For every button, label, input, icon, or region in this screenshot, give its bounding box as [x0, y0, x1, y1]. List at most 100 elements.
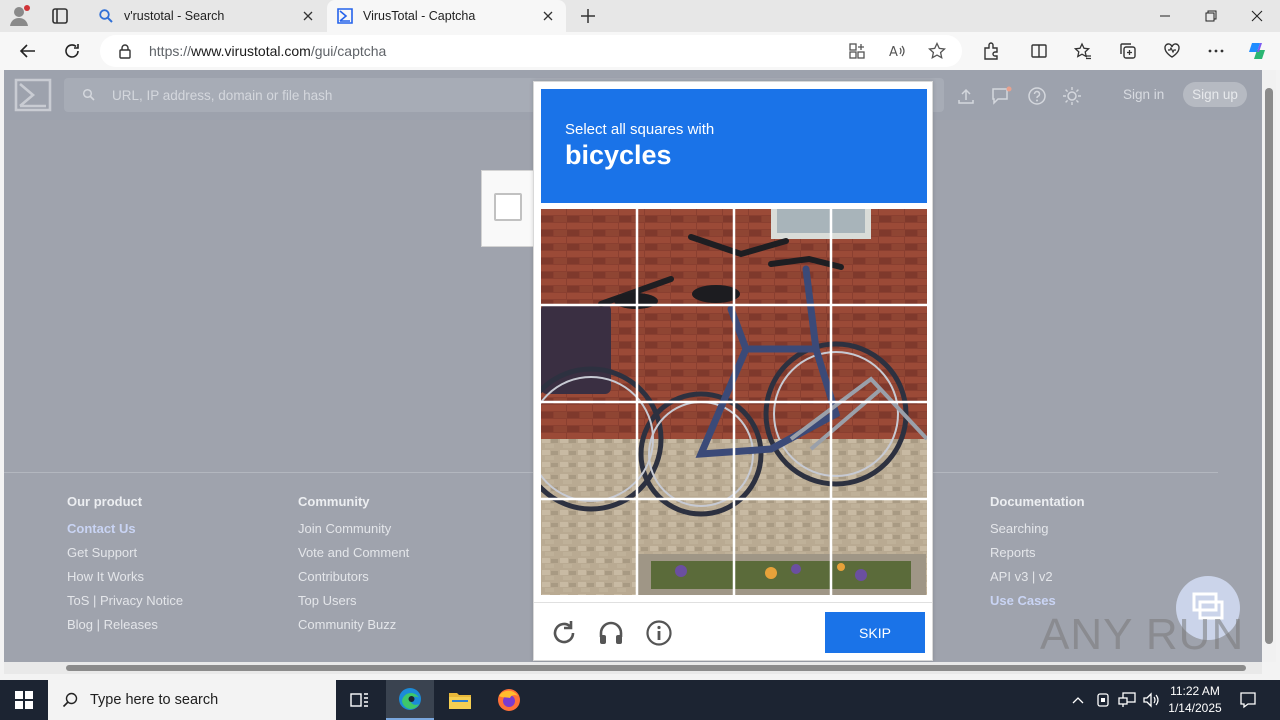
footer-link-how-it-works[interactable]: How It Works — [67, 569, 183, 593]
show-hidden-icons-chevron-icon[interactable] — [1068, 680, 1088, 720]
tab-virustotal-search[interactable]: v'rustotal - Search — [88, 0, 326, 32]
close-tab-icon[interactable] — [540, 8, 556, 24]
edge-browser-icon[interactable] — [386, 680, 434, 720]
footer-link-get-support[interactable]: Get Support — [67, 545, 183, 569]
search-icon — [62, 692, 78, 708]
restore-icon[interactable] — [1188, 0, 1234, 32]
captcha-tile[interactable] — [541, 402, 636, 497]
search-icon — [98, 8, 114, 24]
taskbar-search-box[interactable]: Type here to search — [48, 680, 336, 720]
file-explorer-icon[interactable] — [436, 680, 484, 720]
help-icon[interactable] — [1027, 86, 1047, 106]
task-view-icon[interactable] — [336, 680, 384, 720]
footer-link-blog-releases[interactable]: Blog | Releases — [67, 617, 183, 641]
search-placeholder: URL, IP address, domain or file hash — [112, 88, 333, 103]
recaptcha-checkbox[interactable] — [494, 193, 522, 221]
captcha-tile[interactable] — [541, 306, 636, 401]
footer-link-join-community[interactable]: Join Community — [298, 521, 409, 545]
captcha-tile[interactable] — [831, 306, 926, 401]
footer-link-vote-and-comment[interactable]: Vote and Comment — [298, 545, 409, 569]
network-icon[interactable] — [1117, 680, 1137, 720]
virustotal-logo-icon[interactable] — [14, 78, 52, 112]
footer-link-searching[interactable]: Searching — [990, 521, 1085, 545]
tab-actions-icon[interactable] — [48, 4, 72, 28]
chat-notification-icon[interactable] — [991, 86, 1012, 106]
split-screen-icon[interactable] — [1027, 39, 1051, 63]
url-text[interactable]: https://www.virustotal.com/gui/captcha — [149, 43, 386, 59]
skip-button[interactable]: SKIP — [825, 612, 925, 653]
footer-link-api[interactable]: API v3 | v2 — [990, 569, 1085, 593]
captcha-tile[interactable] — [734, 306, 829, 401]
footer-link-top-users[interactable]: Top Users — [298, 593, 409, 617]
audio-challenge-headphones-icon[interactable] — [597, 619, 625, 647]
captcha-tile[interactable] — [831, 209, 926, 304]
captcha-tile[interactable] — [541, 209, 636, 304]
favorite-star-icon[interactable] — [928, 42, 946, 60]
profile-avatar-icon[interactable] — [8, 4, 32, 28]
back-icon[interactable] — [16, 39, 40, 63]
firefox-icon[interactable] — [485, 680, 533, 720]
browser-toolbar: https://www.virustotal.com/gui/captcha A — [0, 32, 1280, 70]
upload-icon[interactable] — [956, 86, 976, 106]
footer-link-contact-us[interactable]: Contact Us — [67, 521, 183, 545]
favorites-icon[interactable] — [1071, 39, 1095, 63]
minimize-icon[interactable] — [1142, 0, 1188, 32]
close-window-icon[interactable] — [1234, 0, 1280, 32]
url-prefix: https:// — [149, 43, 192, 59]
browser-essentials-icon[interactable] — [1160, 39, 1184, 63]
windows-taskbar: Type here to search 11:22 AM 1/14/2025 — [0, 680, 1280, 720]
captcha-tile[interactable] — [831, 499, 926, 594]
captcha-tile[interactable] — [734, 499, 829, 594]
captcha-tile[interactable] — [638, 499, 733, 594]
more-menu-icon[interactable] — [1204, 39, 1228, 63]
notification-center-icon[interactable] — [1236, 680, 1260, 720]
captcha-target-object: bicycles — [565, 140, 672, 170]
captcha-tile[interactable] — [638, 402, 733, 497]
theme-toggle-sun-icon[interactable] — [1062, 86, 1082, 106]
info-icon[interactable] — [645, 619, 673, 647]
browser-tab-strip: v'rustotal - Search VirusTotal - Captcha — [0, 0, 1280, 32]
captcha-tile[interactable] — [734, 209, 829, 304]
footer-link-community-buzz[interactable]: Community Buzz — [298, 617, 409, 641]
security-tray-icon[interactable] — [1094, 680, 1112, 720]
horizontal-scrollbar[interactable] — [4, 662, 1262, 674]
horizontal-scrollbar-thumb[interactable] — [66, 665, 1246, 671]
new-tab-icon[interactable] — [578, 6, 598, 26]
extensions-icon[interactable] — [979, 39, 1003, 63]
system-clock[interactable]: 11:22 AM 1/14/2025 — [1160, 683, 1230, 717]
app-available-icon[interactable] — [848, 42, 866, 60]
footer-link-contributors[interactable]: Contributors — [298, 569, 409, 593]
recaptcha-checkbox-card — [481, 170, 541, 247]
tab-title: VirusTotal - Captcha — [363, 9, 476, 23]
footer-heading: Our product — [67, 494, 143, 509]
close-tab-icon[interactable] — [300, 8, 316, 24]
captcha-tile[interactable] — [638, 209, 733, 304]
vertical-scrollbar[interactable] — [1262, 70, 1276, 662]
reload-icon[interactable] — [550, 619, 578, 647]
footer-link-reports[interactable]: Reports — [990, 545, 1085, 569]
address-bar[interactable]: https://www.virustotal.com/gui/captcha A — [100, 35, 962, 67]
captcha-tile[interactable] — [734, 402, 829, 497]
search-icon — [82, 88, 95, 101]
collections-icon[interactable] — [1116, 39, 1140, 63]
refresh-icon[interactable] — [60, 39, 84, 63]
virustotal-favicon-icon — [337, 8, 353, 24]
footer-link-tos-privacy[interactable]: ToS | Privacy Notice — [67, 593, 183, 617]
captcha-tile[interactable] — [638, 306, 733, 401]
url-path: /gui/captcha — [310, 43, 387, 59]
clock-time: 11:22 AM — [1170, 684, 1220, 698]
footer-heading: Documentation — [990, 494, 1085, 509]
copilot-icon[interactable] — [1245, 39, 1269, 63]
sign-up-button[interactable]: Sign up — [1183, 82, 1247, 107]
vertical-scrollbar-thumb[interactable] — [1265, 88, 1273, 644]
captcha-tile[interactable] — [541, 499, 636, 594]
captcha-tile[interactable] — [831, 402, 926, 497]
tab-virustotal-captcha[interactable]: VirusTotal - Captcha — [327, 0, 566, 32]
lock-icon[interactable] — [118, 43, 132, 59]
windows-start-icon[interactable] — [0, 680, 48, 720]
captcha-challenge-dialog: Select all squares with bicycles SKIP — [533, 81, 933, 661]
read-aloud-icon[interactable]: A — [888, 42, 906, 60]
tab-title: v'rustotal - Search — [124, 9, 225, 23]
sign-in-link[interactable]: Sign in — [1123, 87, 1164, 102]
volume-icon[interactable] — [1141, 680, 1161, 720]
